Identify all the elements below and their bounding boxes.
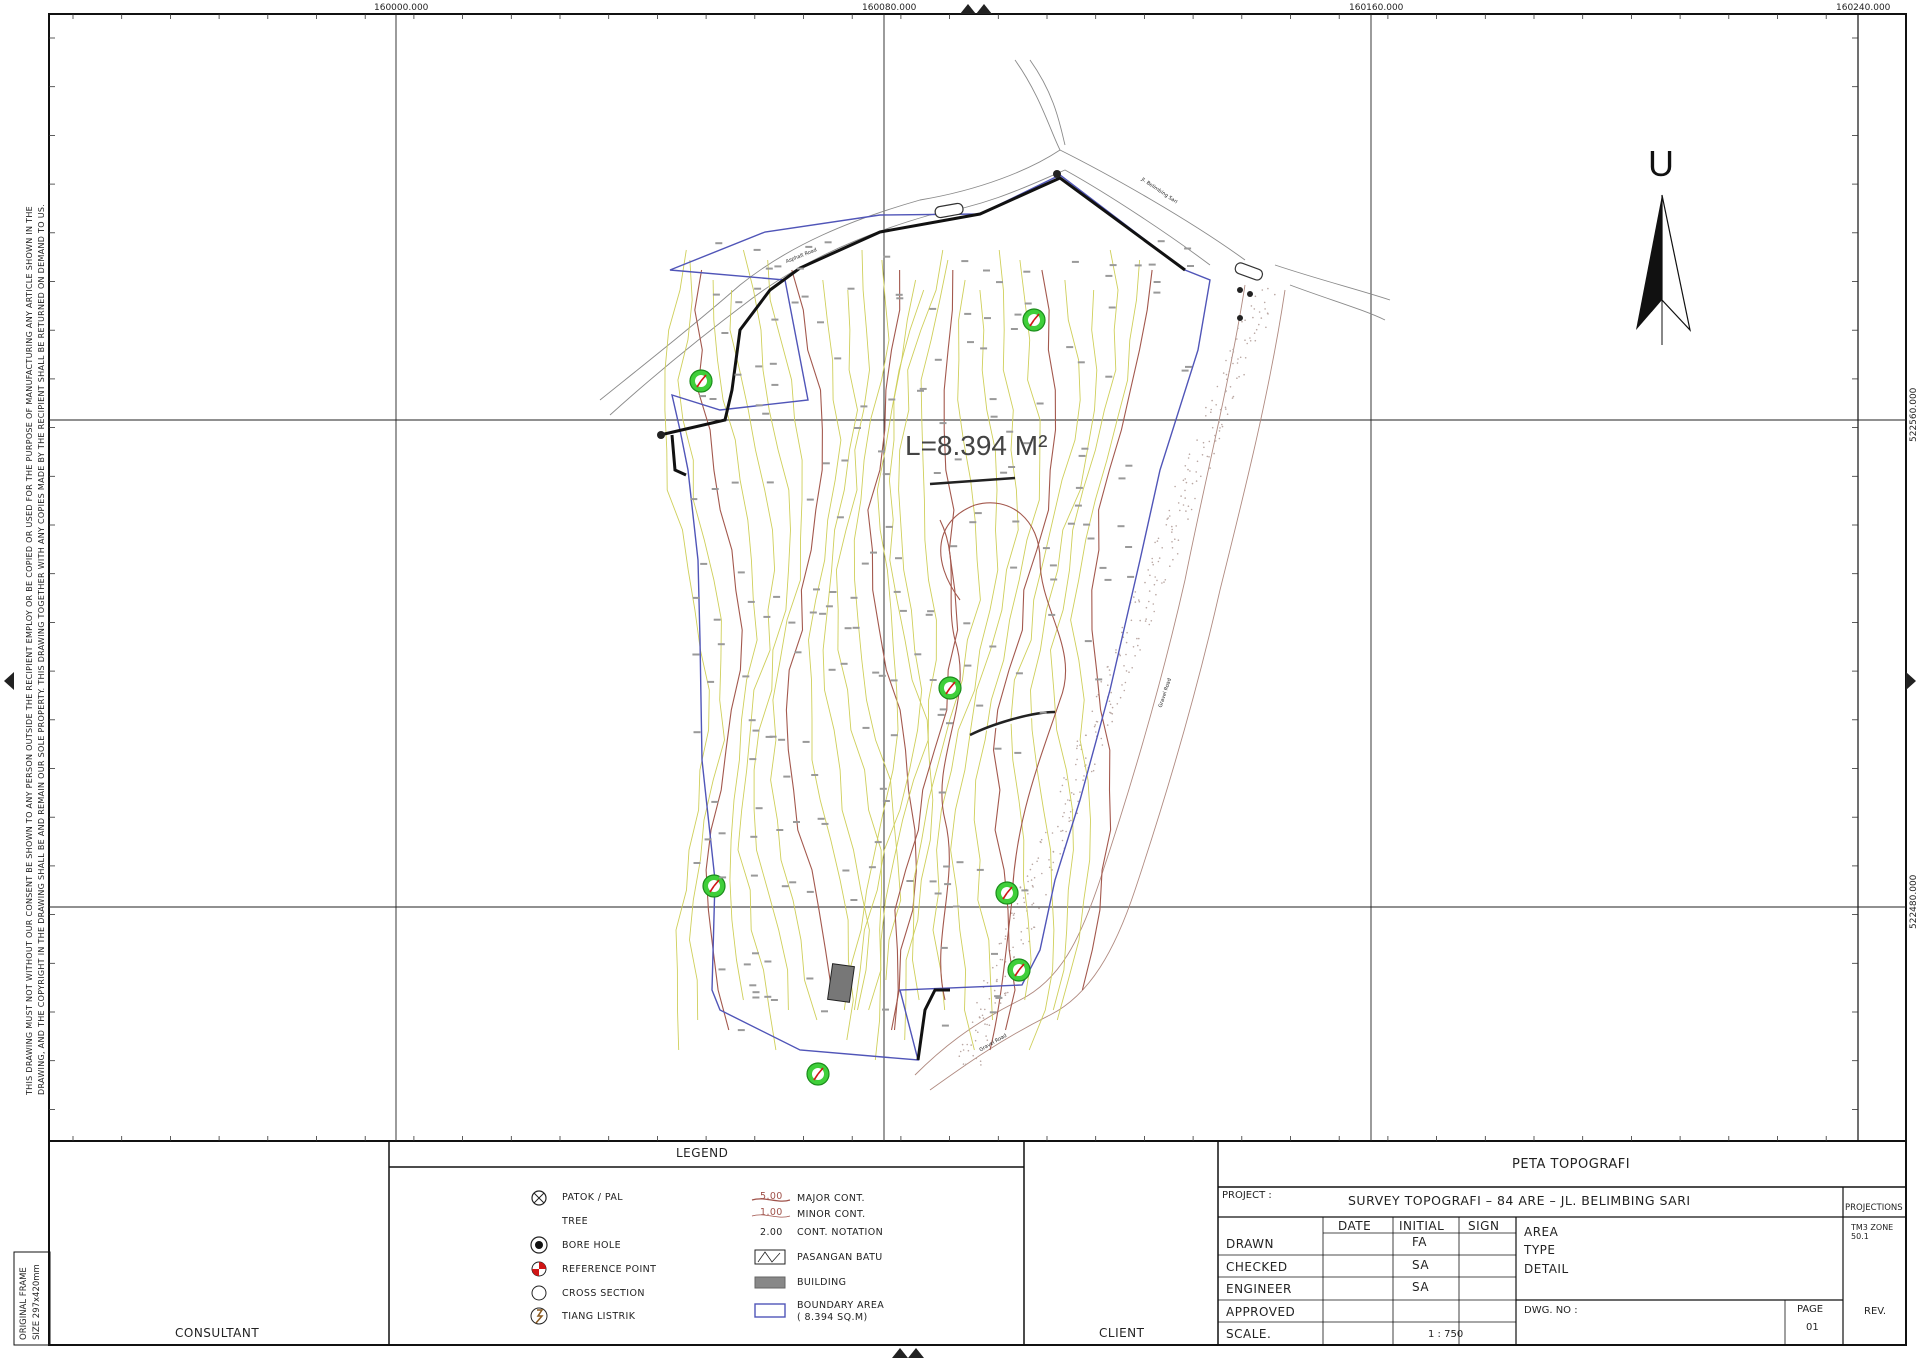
col-sign: SIGN bbox=[1468, 1219, 1500, 1233]
area-label: L=8.394 M² bbox=[905, 430, 1048, 461]
row-checked-label: CHECKED bbox=[1226, 1260, 1288, 1274]
coord-right-1: 522560.000 bbox=[1909, 387, 1919, 442]
legend-pasangan-label: PASANGAN BATU bbox=[797, 1252, 883, 1263]
legend-notation-sample: 2.00 bbox=[760, 1227, 783, 1238]
legend-item-tree: TREE bbox=[562, 1216, 589, 1227]
disclaimer-line-1: THIS DRAWING MUST NOT WITHOUT OUR CONSEN… bbox=[25, 205, 34, 1095]
road-edges bbox=[599, 59, 1391, 416]
legend-boundary-value: ( 8.394 SQ.M) bbox=[797, 1312, 868, 1323]
contour-lines bbox=[664, 249, 1153, 1061]
coord-right-2: 522480.000 bbox=[1909, 874, 1919, 929]
original-frame-line-2: SIZE 297x420mm bbox=[32, 1264, 42, 1340]
area-field-label: AREA bbox=[1524, 1225, 1559, 1239]
dwg-no-label: DWG. NO : bbox=[1524, 1305, 1578, 1316]
drawing-sheet bbox=[4, 4, 1916, 1358]
building bbox=[827, 963, 855, 1003]
projections-value-1: TM3 ZONE bbox=[1851, 1223, 1894, 1232]
coordinate-grid bbox=[49, 14, 1906, 1141]
legend-title: LEGEND bbox=[676, 1146, 729, 1160]
disclaimer-line-2: DRAWING, AND THE COPYRIGHT IN THE DRAWIN… bbox=[37, 203, 46, 1095]
legend-minor-sample: 1.00 bbox=[760, 1207, 783, 1218]
col-initial: INITIAL bbox=[1399, 1219, 1445, 1233]
legend-major-sample: 5.00 bbox=[760, 1191, 783, 1202]
original-frame-line-1: ORIGINAL FRAME bbox=[19, 1267, 29, 1340]
north-arrow bbox=[1636, 194, 1692, 345]
legend-boundary-label: BOUNDARY AREA bbox=[797, 1300, 885, 1311]
row-approved-label: APPROVED bbox=[1226, 1305, 1296, 1319]
fence-lines bbox=[659, 176, 1186, 1061]
row-checked-initial: SA bbox=[1412, 1258, 1430, 1272]
legend-building-label: BUILDING bbox=[797, 1277, 847, 1288]
drawing-title: PETA TOPOGRAFI bbox=[1512, 1157, 1631, 1172]
legend-notation-label: CONT. NOTATION bbox=[797, 1227, 884, 1238]
gravel-road bbox=[914, 284, 1286, 1091]
detail-field-label: DETAIL bbox=[1524, 1262, 1569, 1276]
consultant-label: CONSULTANT bbox=[175, 1326, 260, 1340]
scale-label: SCALE. bbox=[1226, 1327, 1272, 1341]
row-engineer-label: ENGINEER bbox=[1226, 1282, 1292, 1296]
legend-minor-label: MINOR CONT. bbox=[797, 1209, 866, 1220]
row-engineer-initial: SA bbox=[1412, 1280, 1430, 1294]
spot-heights bbox=[690, 240, 1194, 1032]
project-label: PROJECT : bbox=[1222, 1190, 1272, 1201]
legend-item-tiang-listrik: TIANG LISTRIK bbox=[562, 1311, 636, 1322]
legend-item-patok: PATOK / PAL bbox=[562, 1192, 623, 1203]
col-date: DATE bbox=[1338, 1219, 1372, 1233]
legend-item-bore-hole: BORE HOLE bbox=[562, 1240, 621, 1251]
type-field-label: TYPE bbox=[1524, 1243, 1556, 1257]
project-name: SURVEY TOPOGRAFI – 84 ARE – JL. BELIMBIN… bbox=[1348, 1193, 1691, 1208]
coord-top-3: 160160.000 bbox=[1349, 3, 1404, 13]
legend-major-label: MAJOR CONT. bbox=[797, 1193, 865, 1204]
row-drawn-initial: FA bbox=[1412, 1235, 1428, 1249]
projections-value-2: 50.1 bbox=[1851, 1232, 1869, 1241]
page-value: 01 bbox=[1806, 1322, 1819, 1333]
legend-item-cross-section: CROSS SECTION bbox=[562, 1288, 645, 1299]
legend-item-reference-point: REFERENCE POINT bbox=[562, 1264, 657, 1275]
page-label: PAGE bbox=[1797, 1304, 1824, 1315]
row-drawn-label: DRAWN bbox=[1226, 1237, 1274, 1251]
client-label: CLIENT bbox=[1099, 1326, 1145, 1340]
legend-symbols bbox=[530, 1190, 791, 1325]
north-label: U bbox=[1648, 143, 1674, 184]
rev-label: REV. bbox=[1864, 1306, 1886, 1317]
tree-symbols bbox=[689, 308, 1046, 1086]
projections-label: PROJECTIONS bbox=[1845, 1203, 1903, 1213]
scale-value: 1 : 750 bbox=[1428, 1329, 1464, 1340]
coord-top-4: 160240.000 bbox=[1836, 3, 1891, 13]
coord-top-1: 160000.000 bbox=[374, 3, 429, 13]
coord-top-2: 160080.000 bbox=[862, 3, 917, 13]
